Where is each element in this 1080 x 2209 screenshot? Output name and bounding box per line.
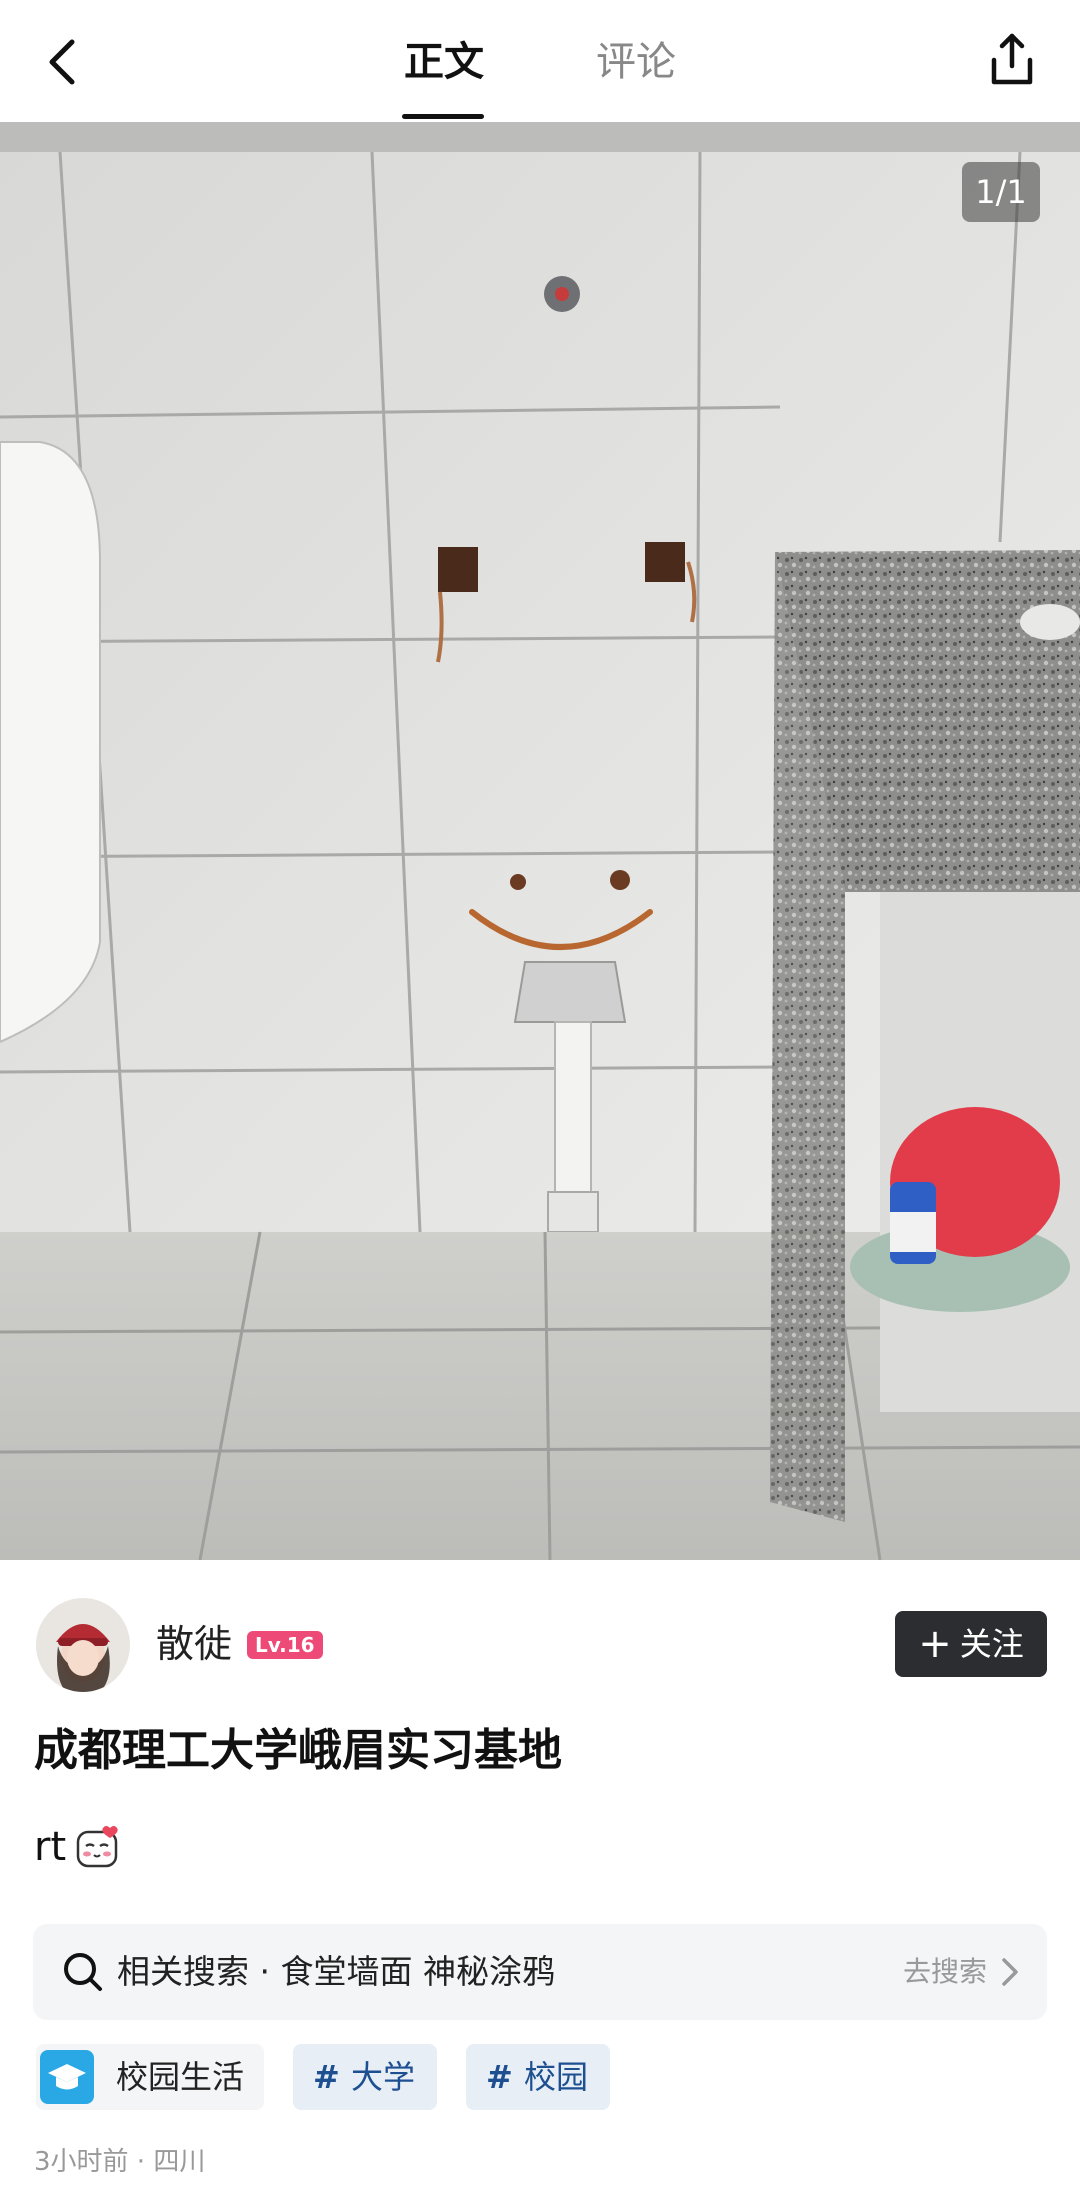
post-meta: 3小时前 · 四川 [34, 2147, 206, 2177]
top-bar: 正文 评论 [0, 0, 1080, 122]
level-badge: Lv.16 [247, 1631, 323, 1659]
post-body: rt [34, 1822, 122, 1872]
topic-chip-label: 校园生活 [116, 2058, 245, 2096]
author-name[interactable]: 散徙 [156, 1620, 232, 1668]
tag-chip-university[interactable]: # 大学 [293, 2044, 437, 2110]
share-icon[interactable] [982, 30, 1042, 90]
post-photo[interactable] [0, 122, 1080, 1560]
post-title: 成都理工大学峨眉实习基地 [34, 1725, 562, 1776]
tab-comments[interactable]: 评论 [596, 36, 676, 88]
follow-button[interactable]: + 关注 [895, 1611, 1047, 1677]
tag-chip-campus[interactable]: # 校园 [466, 2044, 610, 2110]
tab-main-text[interactable]: 正文 [404, 36, 484, 88]
search-icon [64, 1953, 102, 1991]
hash-icon: # [313, 2058, 340, 2096]
topic-chip-campus-life[interactable]: 校园生活 [36, 2044, 264, 2110]
follow-label: 关注 [959, 1625, 1024, 1663]
active-tab-indicator [402, 114, 484, 119]
bathroom-wall-photo [0, 122, 1080, 1560]
post-body-text: rt [34, 1824, 67, 1870]
tag-chip-label: 大学 [351, 2058, 416, 2096]
avatar[interactable] [36, 1598, 130, 1692]
tag-chip-label: 校园 [524, 2058, 589, 2096]
graduation-cap-icon [40, 2050, 94, 2104]
back-arrow-icon[interactable] [36, 34, 92, 90]
hash-icon: # [486, 2058, 513, 2096]
plus-icon: + [918, 1621, 952, 1667]
related-search-label: 相关搜索 · 食堂墙面 神秘涂鸦 [117, 1952, 555, 1991]
blush-face-emoji-icon [76, 1826, 118, 1868]
related-search-bar[interactable]: 相关搜索 · 食堂墙面 神秘涂鸦 去搜索 [33, 1924, 1047, 2020]
go-search-link[interactable]: 去搜索 [903, 1950, 987, 1994]
image-counter: 1/1 [962, 162, 1040, 222]
chevron-right-icon [1002, 1958, 1018, 1986]
